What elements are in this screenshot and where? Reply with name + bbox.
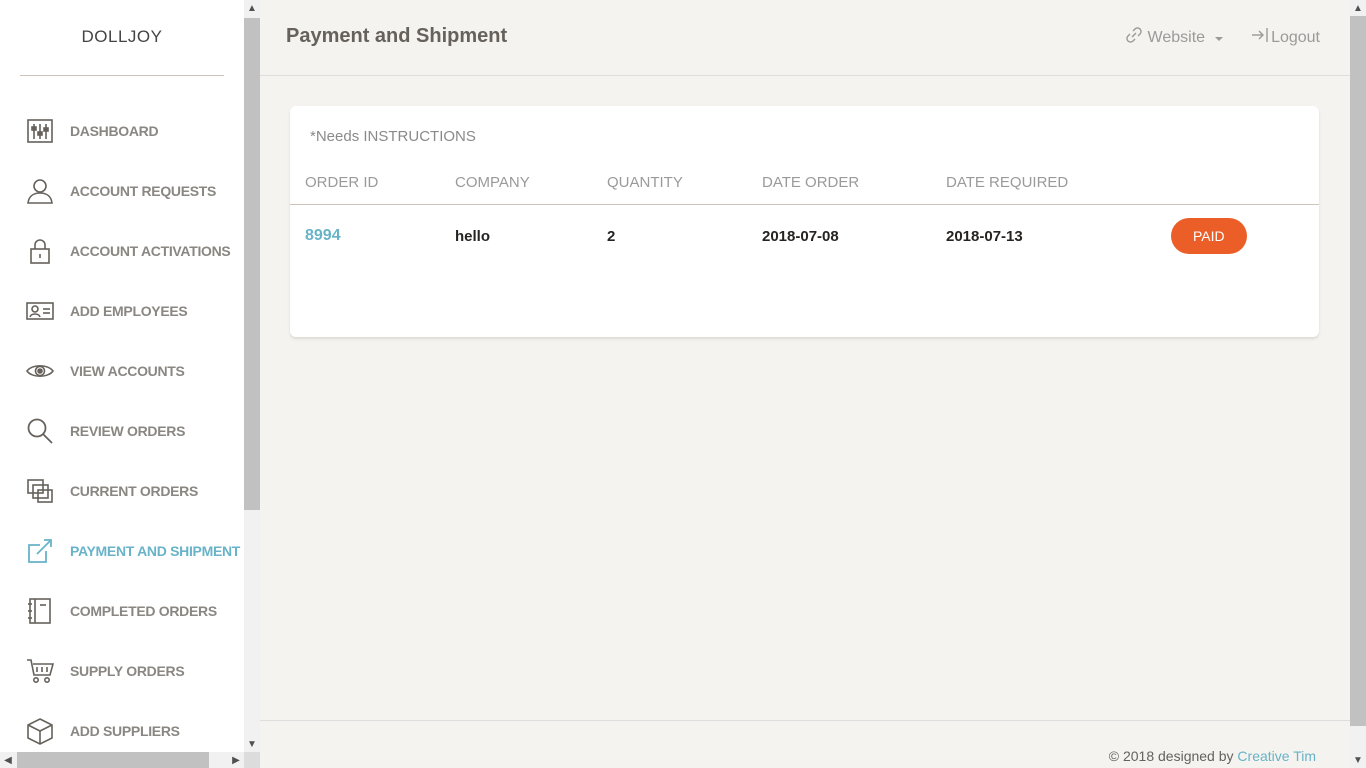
package-icon [26,717,54,745]
sidebar-item-label: VIEW ACCOUNTS [70,363,185,379]
scrollbar-corner [244,752,260,768]
sidebar-item-dashboard[interactable]: DASHBOARD [0,101,244,161]
notebook-icon [26,597,54,625]
company-cell: hello [455,227,491,245]
sidebar-item-label: ADD SUPPLIERS [70,723,180,739]
search-icon [26,417,54,445]
main-panel: Payment and Shipment Website Logout *Nee… [260,0,1350,768]
column-header-order-id: ORDER ID [290,166,440,205]
equalizer-icon [26,117,54,145]
column-header-date-required: DATE REQUIRED [931,166,1156,205]
sidebar-nav: DASHBOARD ACCOUNT REQUESTS ACCOUNT ACTIV… [0,101,244,752]
table-header-row: ORDER ID COMPANY QUANTITY DATE ORDER DAT… [290,166,1319,205]
logout-link[interactable]: Logout [1251,27,1320,48]
top-navbar: Payment and Shipment Website Logout [260,0,1350,76]
scrollbar-thumb[interactable] [244,18,260,510]
sidebar-item-label: PAYMENT AND SHIPMENT [70,543,241,559]
sidebar-horizontal-scrollbar[interactable]: ◀ ▶ [0,752,244,768]
scrollbar-thumb[interactable] [17,752,209,768]
website-dropdown[interactable]: Website [1125,27,1224,48]
quantity-cell: 2 [607,227,616,245]
user-icon [26,177,54,205]
footer-divider [260,720,1350,721]
footer-link-creative-tim[interactable]: Creative Tim [1237,748,1316,764]
eye-icon [26,357,54,385]
scrollbar-thumb[interactable] [1350,16,1366,726]
sidebar-item-account-requests[interactable]: ACCOUNT REQUESTS [0,161,244,221]
sidebar-item-label: SUPPLY ORDERS [70,663,185,679]
logout-label: Logout [1271,28,1320,46]
sidebar-item-add-employees[interactable]: ADD EMPLOYEES [0,281,244,341]
column-header-status [1156,166,1319,205]
sidebar-item-label: ADD EMPLOYEES [70,303,188,319]
footer-text: © 2018 designed by [1108,748,1234,764]
scroll-right-arrow-icon[interactable]: ▶ [228,752,244,768]
scroll-down-arrow-icon[interactable]: ▼ [244,736,260,752]
sidebar-item-completed-orders[interactable]: COMPLETED ORDERS [0,581,244,641]
sidebar-item-supply-orders[interactable]: SUPPLY ORDERS [0,641,244,701]
sidebar-item-label: DASHBOARD [70,123,159,139]
orders-card: *Needs INSTRUCTIONS ORDER ID COMPANY QUA… [290,106,1319,337]
card-note: *Needs INSTRUCTIONS [310,128,476,145]
brand-text: DOLLJOY [81,26,163,46]
page-title: Payment and Shipment [286,25,508,47]
sidebar-item-review-orders[interactable]: REVIEW ORDERS [0,401,244,461]
paid-status-button[interactable]: PAID [1171,218,1247,255]
order-id-link[interactable]: 8994 [305,227,341,244]
order-id-cell: 8994 [290,204,440,268]
column-header-company: COMPANY [440,166,592,205]
column-header-quantity: QUANTITY [592,166,747,205]
status-cell: PAID [1156,204,1319,268]
chevron-down-icon [1215,36,1224,41]
date-required-cell: 2018-07-13 [946,227,1023,245]
page-vertical-scrollbar[interactable]: ▲ ▼ [1350,0,1366,768]
footer: © 2018 designed by Creative Tim [1109,748,1316,764]
layers-icon [26,477,54,505]
navbar-links: Website Logout [1125,27,1320,48]
sidebar-item-view-accounts[interactable]: VIEW ACCOUNTS [0,341,244,401]
sidebar-vertical-scrollbar[interactable]: ▲ ▼ [244,0,260,752]
brand-logo[interactable]: DOLLJOY [20,0,224,76]
cart-icon [26,657,54,685]
scroll-down-arrow-icon[interactable]: ▼ [1350,752,1366,768]
scroll-left-arrow-icon[interactable]: ◀ [0,752,16,768]
date-order-cell: 2018-07-08 [762,227,839,245]
scroll-up-arrow-icon[interactable]: ▲ [1350,0,1366,16]
link-icon [1125,27,1142,48]
sidebar-item-label: COMPLETED ORDERS [70,603,217,619]
column-header-date-order: DATE ORDER [747,166,931,205]
sidebar-item-current-orders[interactable]: CURRENT ORDERS [0,461,244,521]
sidebar: DOLLJOY DASHBOARD ACCOUNT REQUESTS ACCOU… [0,0,244,752]
scroll-up-arrow-icon[interactable]: ▲ [244,0,260,16]
logout-icon [1251,27,1269,48]
sidebar-item-add-suppliers[interactable]: ADD SUPPLIERS [0,701,244,752]
id-card-icon [26,297,54,325]
sidebar-item-label: ACCOUNT REQUESTS [70,183,217,199]
sidebar-item-payment-and-shipment[interactable]: PAYMENT AND SHIPMENT [0,521,244,581]
sidebar-item-account-activations[interactable]: ACCOUNT ACTIVATIONS [0,221,244,281]
sidebar-item-label: REVIEW ORDERS [70,423,186,439]
website-label: Website [1147,28,1206,46]
orders-table: ORDER ID COMPANY QUANTITY DATE ORDER DAT… [290,166,1319,268]
sidebar-item-label: ACCOUNT ACTIVATIONS [70,243,231,259]
lock-icon [26,237,54,265]
share-icon [26,537,54,565]
sidebar-item-label: CURRENT ORDERS [70,483,199,499]
table-row: 8994 hello 2 2018-07-08 2018-07-13 PAID [290,204,1319,268]
